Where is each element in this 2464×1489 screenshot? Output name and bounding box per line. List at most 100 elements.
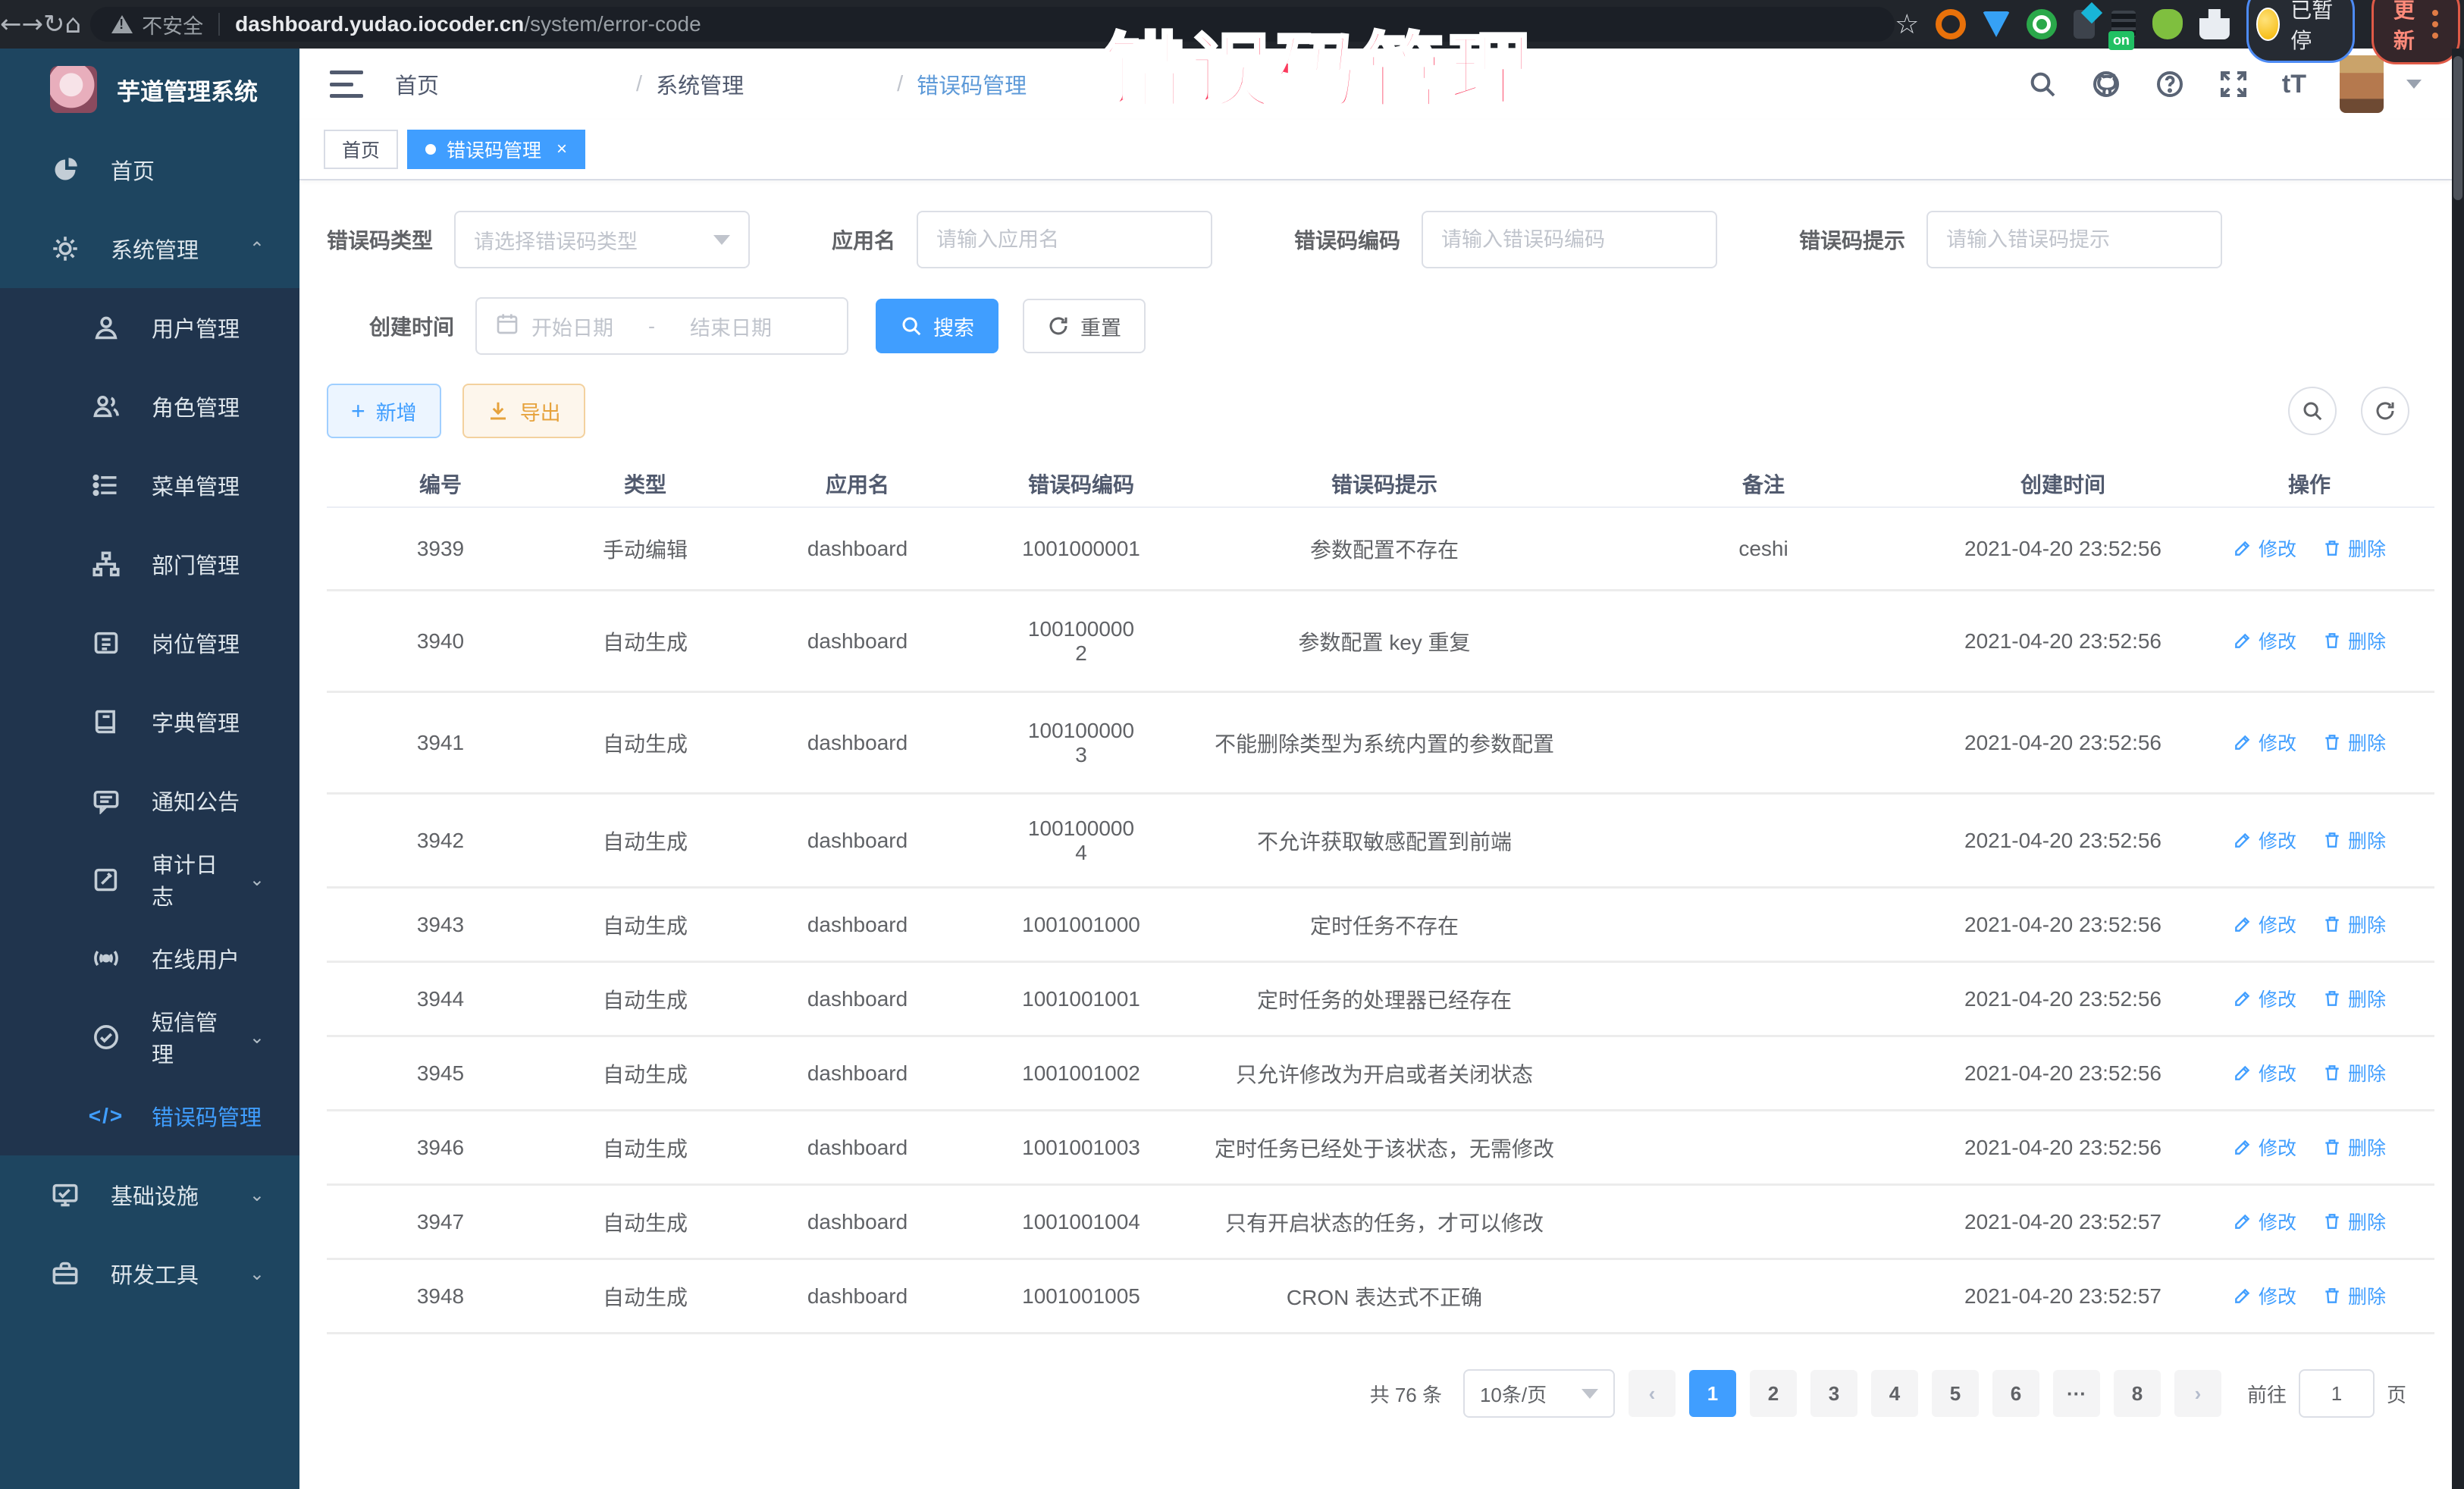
bookmark-star-icon[interactable]: ☆: [1895, 8, 1919, 40]
extension-grid-icon[interactable]: [2074, 10, 2095, 39]
extension-green-icon[interactable]: [2027, 9, 2057, 39]
edit-link[interactable]: 修改: [2233, 911, 2296, 938]
goto-page-input[interactable]: [2299, 1369, 2375, 1418]
search-icon[interactable]: [2027, 69, 2058, 99]
error-code-input[interactable]: [1441, 228, 1698, 252]
delete-link[interactable]: 删除: [2322, 911, 2386, 938]
sidebar-item-label: 研发工具: [111, 1258, 219, 1290]
page-button-8[interactable]: 8: [2114, 1370, 2161, 1417]
reload-icon[interactable]: ↻: [43, 9, 65, 39]
not-secure-label[interactable]: 不安全: [142, 10, 203, 39]
forward-icon[interactable]: →: [22, 9, 44, 39]
sidebar-item-audit[interactable]: 审计日志 ⌄: [0, 840, 299, 919]
chevron-down-icon: ⌄: [249, 1263, 265, 1285]
delete-link[interactable]: 删除: [2322, 534, 2386, 562]
tab-error-code[interactable]: 错误码管理 ×: [407, 130, 585, 169]
page-size-select[interactable]: 10条/页: [1463, 1369, 1615, 1418]
edit-link[interactable]: 修改: [2233, 627, 2296, 654]
delete-link[interactable]: 删除: [2322, 985, 2386, 1012]
refresh-table-button[interactable]: [2361, 387, 2409, 435]
help-icon[interactable]: [2155, 69, 2185, 99]
browser-update-button[interactable]: 更新: [2372, 0, 2461, 64]
export-button[interactable]: 导出: [462, 384, 585, 438]
sidebar-item-roles[interactable]: 角色管理: [0, 367, 299, 446]
error-msg-input[interactable]: [1946, 228, 2202, 252]
collapse-sidebar-icon[interactable]: [330, 71, 363, 98]
paused-extension-pill[interactable]: 已暂停: [2246, 0, 2355, 63]
extension-orange-icon[interactable]: [1936, 9, 1966, 39]
close-icon[interactable]: ×: [556, 139, 567, 160]
back-icon[interactable]: ←: [0, 9, 22, 39]
sidebar-item-users[interactable]: 用户管理: [0, 288, 299, 367]
extension-gem-icon[interactable]: [1983, 11, 2010, 37]
sidebar-item-dict[interactable]: 字典管理: [0, 682, 299, 761]
edit-link[interactable]: 修改: [2233, 729, 2296, 756]
delete-link[interactable]: 删除: [2322, 729, 2386, 756]
delete-link[interactable]: 删除: [2322, 1208, 2386, 1235]
extensions-puzzle-icon[interactable]: [2199, 9, 2230, 39]
sidebar-item-devtools[interactable]: 研发工具 ⌄: [0, 1234, 299, 1313]
sidebar-item-menus[interactable]: 菜单管理: [0, 446, 299, 525]
edit-link[interactable]: 修改: [2233, 1059, 2296, 1086]
edit-link[interactable]: 修改: [2233, 534, 2296, 562]
fullscreen-icon[interactable]: [2218, 69, 2249, 99]
sidebar-item-infra[interactable]: 基础设施 ⌄: [0, 1155, 299, 1234]
sidebar-submenu: 用户管理 角色管理 菜单管理 部门管理: [0, 288, 299, 1155]
url-path: /system/error-code: [524, 12, 701, 36]
sidebar-item-error-code[interactable]: </> 错误码管理: [0, 1077, 299, 1155]
edit-link[interactable]: 修改: [2233, 1208, 2296, 1235]
error-type-select[interactable]: 请选择错误码类型: [454, 211, 750, 268]
sidebar-item-system[interactable]: 系统管理 ⌃: [0, 209, 299, 288]
sidebar-item-posts[interactable]: 岗位管理: [0, 603, 299, 682]
tab-home[interactable]: 首页: [324, 130, 398, 169]
reset-button[interactable]: 重置: [1023, 299, 1146, 353]
sidebar-item-notice[interactable]: 通知公告: [0, 761, 299, 840]
browser-menu-icon[interactable]: [2432, 10, 2438, 39]
scrollbar-thumb[interactable]: [2453, 56, 2462, 200]
edit-link[interactable]: 修改: [2233, 826, 2296, 854]
app-logo-row[interactable]: 芋道管理系统: [0, 49, 299, 130]
delete-link[interactable]: 删除: [2322, 1133, 2386, 1161]
toggle-search-button[interactable]: [2288, 387, 2337, 435]
more-pages-button[interactable]: ···: [2053, 1370, 2100, 1417]
search-button[interactable]: 搜索: [876, 299, 998, 353]
breadcrumb-system[interactable]: 系统管理: [656, 68, 883, 100]
trash-icon: [2322, 989, 2342, 1008]
sidebar-item-sms[interactable]: 短信管理 ⌄: [0, 998, 299, 1077]
add-button[interactable]: + 新增: [327, 384, 441, 438]
address-bar[interactable]: 不安全 dashboard.yudao.iocoder.cn/system/er…: [90, 7, 1895, 42]
sidebar-item-label: 通知公告: [152, 785, 299, 817]
github-icon[interactable]: [2091, 69, 2121, 99]
home-icon[interactable]: ⌂: [65, 9, 82, 39]
delete-link[interactable]: 删除: [2322, 826, 2386, 854]
prev-page-button[interactable]: ‹: [1629, 1370, 1676, 1417]
edit-link[interactable]: 修改: [2233, 1282, 2296, 1309]
extension-list-icon[interactable]: on: [2111, 11, 2136, 38]
next-page-button[interactable]: ›: [2174, 1370, 2221, 1417]
code-icon: </>: [91, 1104, 121, 1128]
browser-scrollbar[interactable]: [2452, 49, 2464, 1489]
page-button-2[interactable]: 2: [1750, 1370, 1797, 1417]
extension-key-icon[interactable]: [2152, 9, 2183, 39]
sidebar-item-online[interactable]: 在线用户: [0, 919, 299, 998]
avatar-caret-icon[interactable]: [2406, 80, 2422, 89]
page-button-3[interactable]: 3: [1810, 1370, 1857, 1417]
page-button-6[interactable]: 6: [1992, 1370, 2039, 1417]
main-area: 首页 / 系统管理 / 错误码管理 tT 首页 错误码管理 ×: [299, 49, 2452, 1489]
sidebar-item-home[interactable]: 首页: [0, 130, 299, 209]
page-button-5[interactable]: 5: [1932, 1370, 1979, 1417]
sidebar-item-depts[interactable]: 部门管理: [0, 525, 299, 603]
delete-link[interactable]: 删除: [2322, 627, 2386, 654]
font-size-icon[interactable]: tT: [2282, 70, 2306, 99]
edit-link[interactable]: 修改: [2233, 1133, 2296, 1161]
delete-link[interactable]: 删除: [2322, 1059, 2386, 1086]
page-button-1[interactable]: 1: [1689, 1370, 1736, 1417]
app-name-input[interactable]: [936, 228, 1193, 252]
edit-link[interactable]: 修改: [2233, 985, 2296, 1012]
date-range-picker[interactable]: 开始日期 - 结束日期: [475, 297, 848, 355]
delete-link[interactable]: 删除: [2322, 1282, 2386, 1309]
page-button-4[interactable]: 4: [1871, 1370, 1918, 1417]
error-code-input-wrap: [1422, 211, 1717, 268]
search-button-label: 搜索: [933, 312, 974, 341]
breadcrumb-home[interactable]: 首页: [395, 68, 622, 100]
